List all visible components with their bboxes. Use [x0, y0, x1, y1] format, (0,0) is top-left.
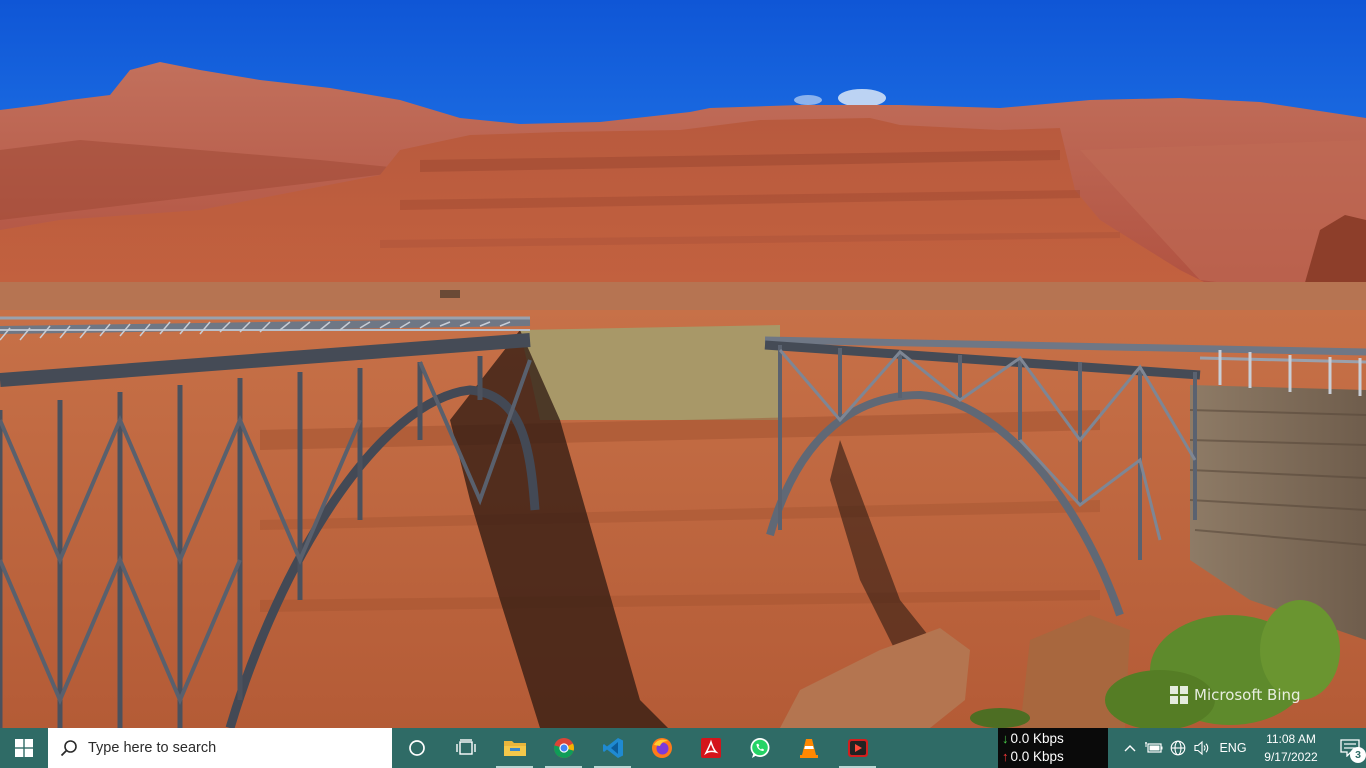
- chevron-up-icon: [1124, 745, 1136, 752]
- network-button[interactable]: [1166, 728, 1190, 768]
- file-explorer-button[interactable]: [490, 728, 539, 768]
- windows-logo-icon: [15, 739, 33, 757]
- firefox-icon: [651, 738, 672, 758]
- vlc-cone-icon: [799, 739, 818, 758]
- firefox-button[interactable]: [637, 728, 686, 768]
- acrobat-icon: [700, 738, 721, 758]
- upload-speed-row: ↑ 0.0 Kbps: [1002, 748, 1108, 766]
- action-center-button[interactable]: 3: [1330, 728, 1366, 768]
- folder-icon: [503, 741, 526, 756]
- whatsapp-icon: [750, 738, 769, 758]
- taskbar: Type here to search ↓ 0.0 Kbps ↑ 0.0 Kbp…: [0, 728, 1366, 768]
- cortana-button[interactable]: [392, 728, 441, 768]
- vscode-icon: [602, 738, 623, 758]
- acrobat-button[interactable]: [686, 728, 735, 768]
- upload-speed: 0.0 Kbps: [1010, 749, 1064, 764]
- chrome-button[interactable]: [539, 728, 588, 768]
- recorder-icon: [847, 739, 868, 757]
- search-input[interactable]: Type here to search: [48, 728, 392, 768]
- volume-icon: [1194, 740, 1209, 756]
- network-globe-icon: [1170, 740, 1186, 756]
- bing-watermark: Microsoft Bing: [1170, 686, 1301, 704]
- vscode-button[interactable]: [588, 728, 637, 768]
- download-speed: 0.0 Kbps: [1010, 731, 1064, 746]
- network-speed-widget[interactable]: ↓ 0.0 Kbps ↑ 0.0 Kbps: [998, 728, 1108, 768]
- upload-arrow-icon: ↑: [1002, 749, 1009, 764]
- wallpaper-image: [0, 0, 1366, 728]
- download-arrow-icon: ↓: [1002, 731, 1009, 746]
- vlc-button[interactable]: [784, 728, 833, 768]
- watermark-label: Microsoft Bing: [1194, 686, 1301, 704]
- volume-button[interactable]: [1190, 728, 1214, 768]
- desktop[interactable]: Microsoft Bing: [0, 0, 1366, 728]
- input-language[interactable]: ENG: [1214, 741, 1252, 755]
- task-view-button[interactable]: [441, 728, 490, 768]
- battery-icon: [1145, 742, 1163, 753]
- search-icon: [60, 740, 77, 757]
- notification-count-badge: 3: [1350, 747, 1366, 763]
- show-hidden-icons-button[interactable]: [1118, 728, 1142, 768]
- chrome-icon: [553, 738, 574, 759]
- microsoft-logo-icon: [1170, 686, 1188, 704]
- system-tray: ENG 11:08 AM 9/17/2022 3: [1118, 728, 1366, 768]
- task-view-icon: [455, 739, 476, 755]
- screen-recorder-button[interactable]: [833, 728, 882, 768]
- download-speed-row: ↓ 0.0 Kbps: [1002, 730, 1108, 748]
- clock-time: 11:08 AM: [1266, 732, 1316, 746]
- clock[interactable]: 11:08 AM 9/17/2022: [1252, 730, 1330, 766]
- search-placeholder: Type here to search: [88, 740, 217, 756]
- cortana-circle-icon: [408, 740, 425, 756]
- start-button[interactable]: [0, 728, 48, 768]
- battery-button[interactable]: [1142, 728, 1166, 768]
- clock-date: 9/17/2022: [1264, 750, 1318, 764]
- whatsapp-button[interactable]: [735, 728, 784, 768]
